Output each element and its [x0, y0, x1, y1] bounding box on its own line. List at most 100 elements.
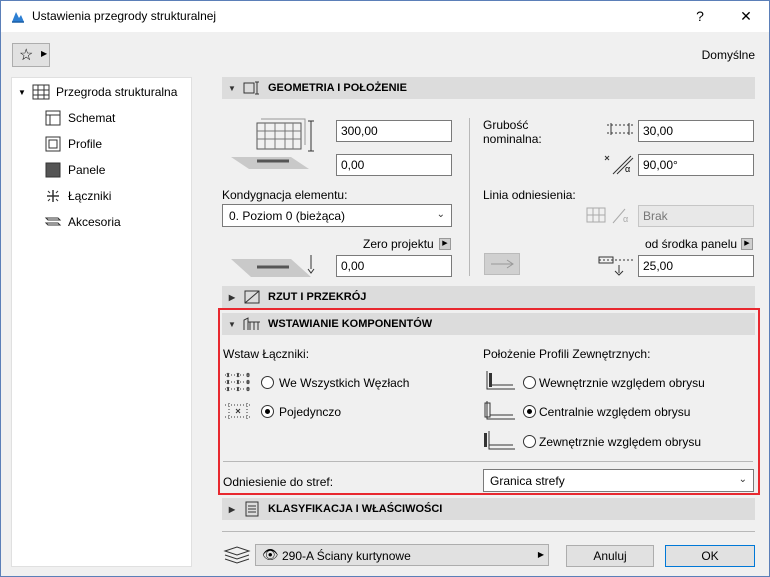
accessory-icon	[44, 217, 62, 226]
thickness-label-2: nominalna:	[483, 132, 542, 146]
single-node-icon	[225, 403, 251, 419]
chevron-right-icon: ▶	[228, 292, 236, 302]
sidebar-item-junctions[interactable]: Łączniki	[44, 185, 111, 207]
components-icon	[243, 317, 260, 330]
sidebar-item-label: Akcesoria	[68, 215, 121, 229]
sidebar-item-profile[interactable]: Profile	[44, 133, 102, 155]
all-nodes-icon	[225, 372, 251, 392]
title-bar: Ustawienia przegrody strukturalnej ? ✕	[1, 1, 769, 32]
close-button[interactable]: ✕	[723, 1, 769, 32]
divider	[223, 461, 753, 462]
layer-value: 290-A Ściany kurtynowe	[282, 549, 411, 563]
help-button[interactable]: ?	[677, 1, 723, 32]
panel-offset-input[interactable]: 25,00	[638, 255, 754, 277]
settings-dialog: Ustawienia przegrody strukturalnej ? ✕ ☆…	[0, 0, 770, 577]
thickness-input[interactable]: 30,00	[638, 120, 754, 142]
app-icon	[12, 12, 24, 23]
sidebar-item-label: Profile	[68, 137, 103, 151]
angle-input[interactable]: 90,00°	[638, 154, 754, 176]
sidebar-item-scheme[interactable]: Schemat	[44, 107, 115, 129]
radio-center[interactable]	[523, 405, 536, 418]
flip-icon	[491, 259, 514, 269]
divider	[469, 118, 470, 276]
chevron-down-icon: ⌄	[738, 474, 747, 485]
radio-single[interactable]	[261, 405, 274, 418]
section-title: RZUT I PRZEKRÓJ	[268, 291, 367, 303]
option-all-nodes-label: We Wszystkich Węzłach	[279, 376, 410, 390]
outside-boundary-icon	[484, 431, 515, 450]
section-title: KLASYFIKACJA I WŁAŚCIWOŚCI	[268, 503, 443, 515]
junctions-label: Wstaw Łączniki:	[223, 347, 310, 361]
sidebar-item-accessories[interactable]: Akcesoria	[44, 211, 121, 233]
section-title: GEOMETRIA I POŁOŻENIE	[268, 82, 407, 94]
offset-input[interactable]: 0,00	[336, 154, 452, 176]
zero-input[interactable]: 0,00	[336, 255, 452, 277]
option-center-label: Centralnie względem obrysu	[539, 405, 691, 419]
section-classification-header[interactable]: ▶ KLASYFIKACJA I WŁAŚCIWOŚCI	[222, 498, 755, 520]
radio-inside[interactable]	[523, 376, 536, 389]
story-select-value: 0. Poziom 0 (bieżąca)	[229, 209, 346, 223]
section-geometry-header[interactable]: ▼ GEOMETRIA I POŁOŻENIE	[222, 77, 755, 99]
panel-center-label: od środka panelu	[645, 237, 738, 251]
classification-icon	[245, 501, 259, 517]
thickness-label: Grubość	[483, 118, 529, 132]
ref-line-input: Brak	[638, 205, 754, 227]
wall-height-icon	[231, 118, 314, 169]
svg-text:α: α	[623, 214, 628, 224]
zone-select-value: Granica strefy	[490, 474, 565, 488]
inside-boundary-icon	[486, 371, 515, 390]
angle-icon: α	[604, 155, 634, 175]
zone-label: Odniesienie do stref:	[223, 475, 334, 489]
chevron-right-icon: ▶	[537, 550, 544, 559]
story-select[interactable]: 0. Poziom 0 (bieżąca) ⌄	[222, 204, 452, 227]
section-plan-header[interactable]: ▶ RZUT I PRZEKRÓJ	[222, 286, 755, 308]
flip-button[interactable]	[484, 253, 520, 275]
section-title: WSTAWIANIE KOMPONENTÓW	[268, 318, 433, 330]
zero-toggle-button[interactable]: ▶	[439, 238, 451, 250]
ok-button[interactable]: OK	[665, 545, 755, 567]
sidebar-item-curtain-wall[interactable]: ▼ Przegroda strukturalna	[18, 81, 177, 103]
chevron-down-icon: ⌄	[436, 209, 445, 220]
cancel-button[interactable]: Anuluj	[566, 545, 654, 567]
thickness-icon	[607, 123, 633, 135]
center-boundary-icon	[484, 401, 515, 420]
scheme-icon	[45, 110, 61, 126]
panel-icon	[45, 162, 61, 178]
boundary-label: Położenie Profili Zewnętrznych:	[483, 347, 651, 361]
story-label: Kondygnacja elementu:	[222, 188, 348, 202]
star-icon: ☆	[19, 47, 34, 64]
sidebar-item-label: Łączniki	[68, 189, 112, 203]
option-single-label: Pojedynczo	[279, 405, 342, 419]
radio-all-nodes[interactable]	[261, 376, 274, 389]
layer-icon	[223, 546, 251, 564]
geometry-icon	[243, 81, 259, 95]
section-components-header[interactable]: ▼ WSTAWIANIE KOMPONENTÓW	[222, 313, 755, 335]
plan-section-icon	[244, 290, 260, 304]
sidebar-item-label: Przegroda strukturalna	[56, 85, 178, 99]
option-outside-label: Zewnętrznie względem obrysu	[539, 435, 702, 449]
panel-offset-icon	[598, 256, 633, 276]
junction-icon	[47, 190, 59, 202]
ref-line-label: Linia odniesienia:	[483, 188, 576, 202]
option-inside-label: Wewnętrznie względem obrysu	[539, 376, 705, 390]
favorites-button[interactable]: ☆ ▶	[12, 43, 50, 67]
sidebar: ▼ Przegroda strukturalna Schemat Profile	[11, 77, 192, 567]
chevron-right-icon: ▶	[41, 49, 48, 58]
defaults-label: Domyślne	[701, 48, 755, 62]
sidebar-item-panels[interactable]: Panele	[44, 159, 105, 181]
layer-select[interactable]: 👁 290-A Ściany kurtynowe ▶	[255, 544, 549, 566]
zone-select[interactable]: Granica strefy ⌄	[483, 469, 754, 492]
eye-icon: 👁	[262, 547, 279, 562]
chevron-right-icon: ▶	[228, 504, 236, 514]
sidebar-item-label: Panele	[68, 163, 106, 177]
chevron-down-icon: ▼	[18, 87, 26, 97]
chevron-down-icon: ▼	[228, 83, 236, 93]
radio-outside[interactable]	[523, 435, 536, 448]
zero-label: Zero projektu	[363, 237, 434, 251]
profile-icon	[45, 136, 61, 152]
height-input[interactable]: 300,00	[336, 120, 452, 142]
svg-text:α: α	[625, 164, 630, 174]
chevron-down-icon: ▼	[228, 319, 236, 329]
panel-center-toggle-button[interactable]: ▶	[741, 238, 753, 250]
elevation-icon	[231, 255, 315, 277]
